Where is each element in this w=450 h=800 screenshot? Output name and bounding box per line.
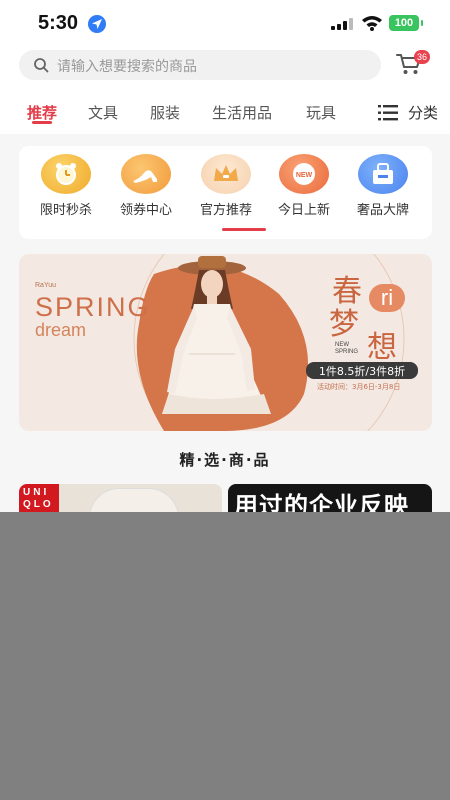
- high-heel-icon: [121, 154, 171, 194]
- quick-link-label: 官方推荐: [199, 203, 252, 218]
- new-badge-icon: NEW: [279, 154, 329, 194]
- banner-title-cn-3: 想: [367, 330, 397, 365]
- banner-discount: 1件8.5折/3件8折: [318, 365, 406, 378]
- gift-bag-icon: [358, 154, 408, 194]
- banner-brand: RaYuu: [35, 282, 57, 289]
- brand-logo: UNI QLO: [19, 484, 59, 512]
- banner-ri: ri: [369, 284, 405, 312]
- cart-button[interactable]: 36: [396, 50, 430, 78]
- tab-recommend[interactable]: 推荐: [27, 102, 57, 123]
- banner-title-en: SPRING: [35, 292, 151, 322]
- banner-subtitle-en: dream: [35, 320, 87, 340]
- search-placeholder: 请输入想要搜索的商品: [57, 59, 197, 75]
- location-arrow-icon: [88, 15, 106, 33]
- banner-new-label: NEW: [335, 342, 349, 348]
- alarm-clock-icon: [41, 154, 91, 194]
- crown-icon: [201, 154, 251, 194]
- search-header: 请输入想要搜索的商品 36: [0, 46, 450, 88]
- quick-links-card: 限时秒杀 领券中心 官方推荐 NEW 今日上新 奢品大牌: [19, 146, 432, 239]
- search-input[interactable]: 请输入想要搜索的商品: [19, 50, 381, 80]
- active-tab-indicator: [32, 121, 52, 124]
- cellular-signal-icon: [331, 18, 353, 30]
- quick-link-label: 今日上新: [277, 203, 330, 218]
- category-tabs: 推荐 文具 服装 生活用品 玩具 分类: [0, 88, 450, 134]
- loading-overlay: [0, 512, 450, 800]
- section-title: 精·选·商·品: [179, 451, 271, 469]
- promo-banner[interactable]: RaYuu SPRING dream 春 ri 梦 NEW SPRING 想 1…: [19, 254, 432, 431]
- cart-count-badge: 36: [414, 50, 430, 64]
- search-icon: [34, 58, 49, 73]
- quick-link-label: 奢品大牌: [356, 203, 409, 218]
- product-title: 用过的企业反映: [234, 492, 409, 512]
- category-button[interactable]: 分类: [376, 100, 446, 124]
- tab-clothing[interactable]: 服装: [150, 102, 180, 123]
- product-card[interactable]: UNI QLO: [19, 484, 222, 512]
- quick-link-label: 限时秒杀: [39, 203, 92, 218]
- tab-toys[interactable]: 玩具: [306, 102, 336, 123]
- banner-title-cn-2: 梦: [329, 307, 359, 342]
- quick-link-luxury-brands[interactable]: 奢品大牌: [348, 154, 418, 218]
- banner-date: 活动时间：3月6日-3月8日: [317, 383, 401, 391]
- battery-indicator: 100: [389, 15, 423, 31]
- quick-links-page-indicator: [222, 228, 266, 231]
- category-label: 分类: [408, 104, 439, 122]
- tab-stationery[interactable]: 文具: [88, 102, 118, 123]
- list-menu-icon: [378, 105, 398, 121]
- banner-spring-label: SPRING: [335, 349, 359, 355]
- status-time: 5:30: [38, 12, 79, 34]
- product-card[interactable]: 用过的企业反映: [228, 484, 432, 512]
- wifi-icon: [362, 16, 382, 31]
- product-image: [89, 488, 179, 512]
- quick-link-label: 领券中心: [119, 203, 172, 218]
- quick-link-coupon-center[interactable]: 领券中心: [111, 154, 181, 218]
- svg-text:NEW: NEW: [296, 172, 313, 179]
- tab-daily-goods[interactable]: 生活用品: [212, 102, 272, 123]
- quick-link-new-today[interactable]: NEW 今日上新: [269, 154, 339, 218]
- quick-link-official-recommend[interactable]: 官方推荐: [191, 154, 261, 218]
- quick-link-flash-sale[interactable]: 限时秒杀: [31, 154, 101, 218]
- status-bar: 5:30 100: [0, 0, 450, 46]
